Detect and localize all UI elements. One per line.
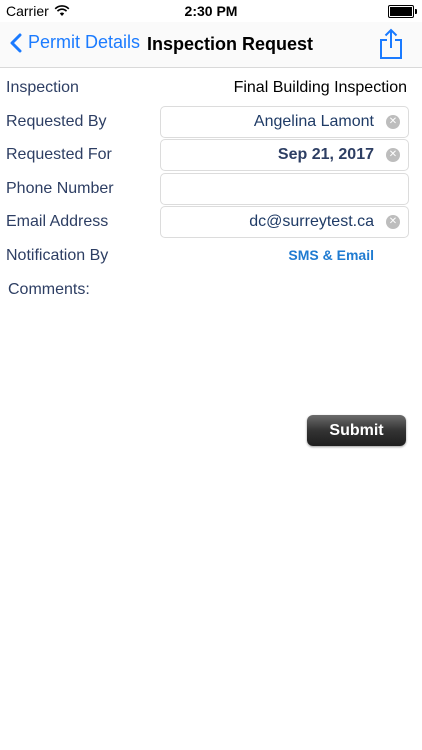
phone-field[interactable] xyxy=(160,173,409,205)
back-button[interactable]: Permit Details xyxy=(10,32,140,53)
notification-method-link[interactable]: SMS & Email xyxy=(160,247,374,263)
comments-label: Comments: xyxy=(8,281,90,298)
email-label: Email Address xyxy=(6,213,109,230)
clear-email-icon[interactable]: ✕ xyxy=(386,215,400,229)
email-field[interactable]: dc@surreytest.ca ✕ xyxy=(160,206,409,238)
notification-row: Notification By SMS & Email xyxy=(0,240,422,272)
status-time: 2:30 PM xyxy=(184,3,238,19)
email-value: dc@surreytest.ca xyxy=(249,213,374,230)
inspection-label: Inspection xyxy=(6,79,79,96)
email-row: Email Address dc@surreytest.ca ✕ xyxy=(0,206,422,238)
clear-requested-by-icon[interactable]: ✕ xyxy=(386,115,400,129)
phone-row: Phone Number xyxy=(0,173,422,205)
clear-requested-for-icon[interactable]: ✕ xyxy=(386,148,400,162)
requested-by-row: Requested By Angelina Lamont ✕ xyxy=(0,106,422,138)
page-title: Inspection Request xyxy=(147,34,314,54)
requested-for-row: Requested For Sep 21, 2017 ✕ xyxy=(0,139,422,171)
phone-label: Phone Number xyxy=(6,180,114,197)
notification-label: Notification By xyxy=(6,247,109,264)
battery-icon xyxy=(388,5,417,18)
inspection-row: Inspection Final Building Inspection xyxy=(0,72,422,104)
inspection-value: Final Building Inspection xyxy=(233,79,407,96)
requested-for-date-field[interactable]: Sep 21, 2017 ✕ xyxy=(160,139,409,171)
back-button-label: Permit Details xyxy=(28,32,141,52)
chevron-left-icon xyxy=(10,33,22,52)
requested-by-value: Angelina Lamont xyxy=(253,113,374,130)
requested-for-value: Sep 21, 2017 xyxy=(277,146,374,163)
requested-by-field[interactable]: Angelina Lamont ✕ xyxy=(160,106,409,138)
status-bar: Carrier 2:30 PM xyxy=(0,0,422,22)
share-icon[interactable] xyxy=(378,28,404,60)
submit-button[interactable]: Submit xyxy=(307,415,406,446)
requested-for-label: Requested For xyxy=(6,146,112,163)
navigation-bar: Permit Details Inspection Request xyxy=(0,22,422,68)
requested-by-label: Requested By xyxy=(6,113,107,130)
